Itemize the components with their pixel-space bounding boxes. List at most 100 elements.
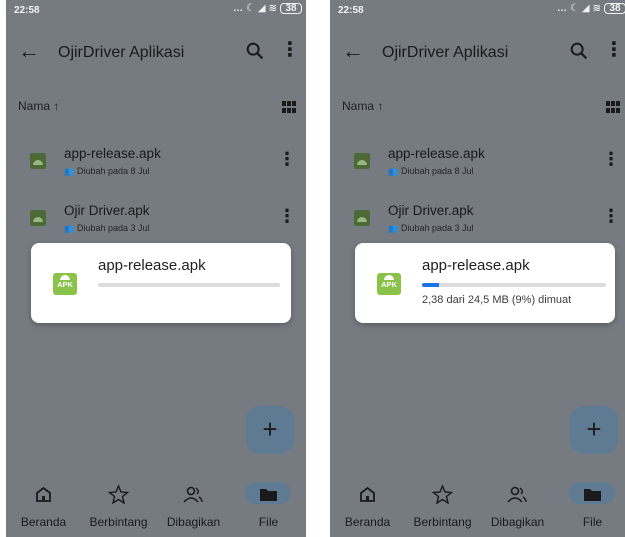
bottom-nav: Beranda Berbintang Dibagikan File (6, 478, 306, 537)
nav-shared[interactable]: Dibagikan (156, 478, 231, 537)
file-modified-text: Diubah pada 8 Jul (400, 166, 474, 176)
battery-icon: 38 (280, 3, 302, 14)
home-icon (360, 486, 375, 502)
more-dots-icon: … (556, 3, 567, 14)
phone-screen-1: 22:58 … ☾ ◢ ≋ 38 ← OjirDriver Aplikasi ⋮… (6, 0, 306, 537)
phone-screen-2: 22:58 … ☾ ◢ ≋ 38 ← OjirDriver Aplikasi ⋮… (330, 0, 625, 537)
sort-row: Nama ↑ (330, 97, 625, 117)
nav-starred[interactable]: Berbintang (405, 478, 480, 537)
search-icon[interactable] (568, 40, 590, 62)
file-item[interactable]: app-release.apk 👥 Diubah pada 8 Jul ⋮ (6, 140, 306, 188)
sort-by-name-button[interactable]: Nama ↑ (18, 99, 59, 113)
shared-icon (183, 486, 203, 503)
apk-file-icon (354, 210, 370, 226)
moon-icon: ☾ (569, 3, 579, 14)
shared-people-icon: 👥 (64, 167, 74, 176)
file-modified-text: Diubah pada 8 Jul (76, 166, 150, 176)
wifi-icon: ≋ (592, 3, 601, 14)
nav-label: Dibagikan (490, 515, 545, 529)
shared-people-icon: 👥 (64, 224, 74, 233)
app-bar: ← OjirDriver Aplikasi ⋮ (6, 20, 306, 82)
dialog-file-name: app-release.apk (98, 257, 206, 274)
nav-label: Berbintang (413, 515, 472, 529)
status-bar: 22:58 … ☾ ◢ ≋ 38 (330, 0, 625, 20)
sort-by-name-button[interactable]: Nama ↑ (342, 99, 383, 113)
moon-icon: ☾ (245, 3, 255, 14)
add-fab-button[interactable]: + (246, 406, 294, 454)
wifi-icon: ≋ (268, 3, 277, 14)
nav-label: Berbintang (89, 515, 148, 529)
download-progress-bar (98, 283, 280, 287)
shared-people-icon: 👥 (388, 224, 398, 233)
nav-shared[interactable]: Dibagikan (480, 478, 555, 537)
apk-icon: APK (53, 273, 77, 295)
file-name: app-release.apk (388, 146, 485, 161)
folder-icon (260, 489, 277, 501)
status-bar: 22:58 … ☾ ◢ ≋ 38 (6, 0, 306, 20)
apk-file-icon (30, 210, 46, 226)
apk-file-icon (30, 153, 46, 169)
signal-icon: ◢ (581, 3, 590, 14)
file-more-icon[interactable]: ⋮ (278, 150, 296, 168)
file-name: app-release.apk (64, 146, 161, 161)
page-title: OjirDriver Aplikasi (382, 44, 509, 61)
shared-people-icon: 👥 (388, 167, 398, 176)
back-arrow-icon[interactable]: ← (18, 38, 40, 64)
status-time: 22:58 (14, 5, 40, 16)
more-vert-icon[interactable]: ⋮ (604, 39, 624, 61)
file-meta: 👥 Diubah pada 3 Jul (64, 223, 150, 233)
nav-files[interactable]: File (555, 478, 625, 537)
search-icon[interactable] (244, 40, 266, 62)
file-meta: 👥 Diubah pada 3 Jul (388, 223, 474, 233)
back-arrow-icon[interactable]: ← (342, 38, 364, 64)
file-more-icon[interactable]: ⋮ (602, 207, 620, 225)
file-item[interactable]: Ojir Driver.apk 👥 Diubah pada 3 Jul ⋮ (6, 197, 306, 245)
apk-file-icon (354, 153, 370, 169)
grid-view-icon[interactable] (282, 101, 296, 113)
progress-text: 2,38 dari 24,5 MB (9%) dimuat (422, 294, 572, 306)
add-fab-button[interactable]: + (570, 406, 618, 454)
nav-home[interactable]: Beranda (6, 478, 81, 537)
nav-files[interactable]: File (231, 478, 306, 537)
download-dialog: APK app-release.apk 2,38 dari 24,5 MB (9… (355, 243, 615, 323)
app-bar: ← OjirDriver Aplikasi ⋮ (330, 20, 625, 82)
star-icon (107, 484, 130, 504)
folder-icon (584, 489, 601, 501)
file-modified-text: Diubah pada 3 Jul (400, 223, 474, 233)
home-icon (36, 486, 51, 502)
file-item[interactable]: app-release.apk 👥 Diubah pada 8 Jul ⋮ (330, 140, 625, 188)
grid-view-icon[interactable] (606, 101, 620, 113)
bottom-nav: Beranda Berbintang Dibagikan File (330, 478, 625, 537)
shared-icon (507, 486, 527, 503)
nav-starred[interactable]: Berbintang (81, 478, 156, 537)
signal-icon: ◢ (257, 3, 266, 14)
nav-label: File (582, 515, 603, 529)
battery-icon: 38 (604, 3, 625, 14)
dialog-file-name: app-release.apk (422, 257, 530, 274)
file-modified-text: Diubah pada 3 Jul (76, 223, 150, 233)
download-progress-bar (422, 283, 606, 287)
sort-row: Nama ↑ (6, 97, 306, 117)
more-dots-icon: … (232, 3, 243, 14)
star-icon (431, 484, 454, 504)
file-name: Ojir Driver.apk (64, 203, 150, 218)
file-more-icon[interactable]: ⋮ (602, 150, 620, 168)
more-vert-icon[interactable]: ⋮ (280, 39, 300, 61)
nav-label: File (258, 515, 279, 529)
file-name: Ojir Driver.apk (388, 203, 474, 218)
status-icons: … ☾ ◢ ≋ 38 (233, 3, 302, 14)
file-item[interactable]: Ojir Driver.apk 👥 Diubah pada 3 Jul ⋮ (330, 197, 625, 245)
apk-icon: APK (377, 273, 401, 295)
download-dialog: APK app-release.apk (31, 243, 291, 323)
file-more-icon[interactable]: ⋮ (278, 207, 296, 225)
progress-fill (422, 283, 439, 287)
file-meta: 👥 Diubah pada 8 Jul (64, 166, 150, 176)
status-time: 22:58 (338, 5, 364, 16)
page-title: OjirDriver Aplikasi (58, 44, 185, 61)
file-meta: 👥 Diubah pada 8 Jul (388, 166, 474, 176)
nav-label: Dibagikan (166, 515, 221, 529)
nav-home[interactable]: Beranda (330, 478, 405, 537)
nav-label: Beranda (344, 515, 391, 529)
nav-label: Beranda (20, 515, 67, 529)
status-icons: … ☾ ◢ ≋ 38 (557, 3, 625, 14)
